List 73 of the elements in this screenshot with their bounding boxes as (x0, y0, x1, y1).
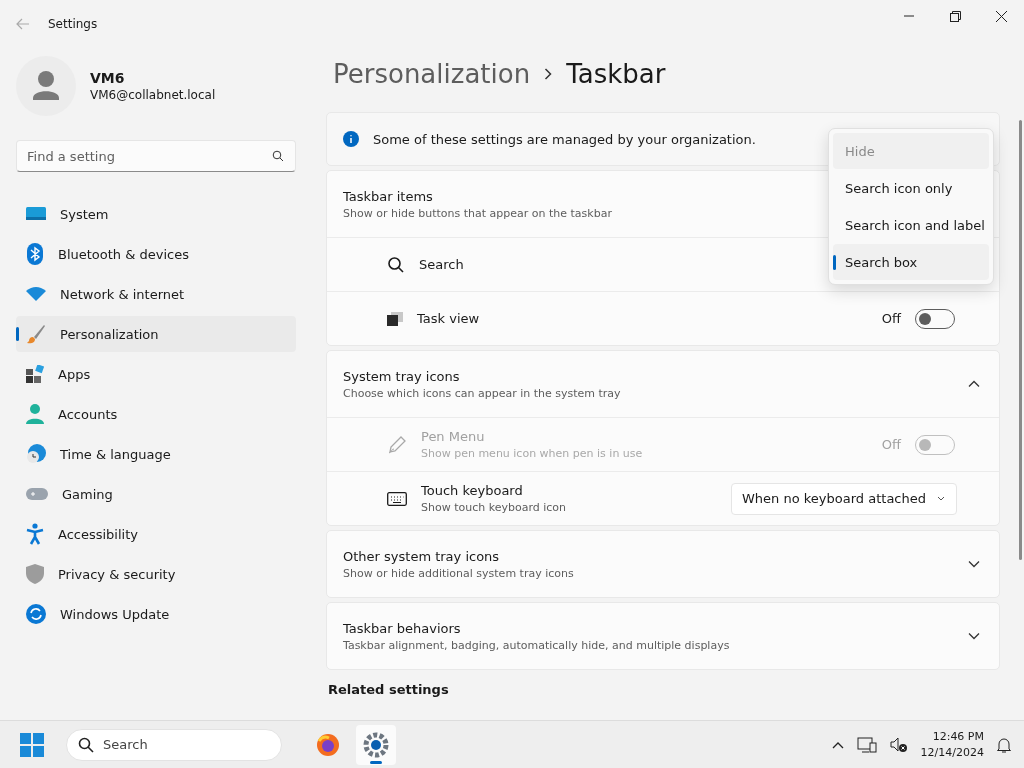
section-subtitle: Show or hide additional system tray icons (343, 566, 574, 580)
muted-speaker-icon[interactable] (888, 735, 909, 754)
chevron-icon (544, 68, 553, 80)
menu-option[interactable]: Search icon only (833, 170, 989, 206)
menu-option[interactable]: Search icon and label (833, 207, 989, 243)
info-icon (343, 131, 359, 147)
dropdown[interactable]: When no keyboard attached (731, 482, 957, 515)
nav-item[interactable]: Gaming (16, 476, 296, 512)
fox-globe-icon (316, 732, 340, 757)
nav-item[interactable]: Privacy & security (16, 556, 296, 592)
section-title: Other system tray icons (343, 548, 501, 564)
taskbar-search-field[interactable]: Search (66, 728, 282, 761)
section-title: System tray icons (343, 368, 461, 384)
section-subtitle: Choose which icons can appear in the system tray (343, 386, 621, 400)
scrollbar[interactable] (1019, 120, 1022, 560)
search-icon (78, 736, 94, 753)
sync-icon (26, 604, 46, 624)
section-title: Taskbar behaviors (343, 620, 462, 636)
close-icon (995, 10, 1007, 22)
search-icon (272, 150, 284, 162)
user-name: VM6 (90, 70, 126, 86)
window-title: Settings (48, 17, 98, 31)
network-icon[interactable] (856, 735, 877, 754)
avatar[interactable] (16, 56, 76, 116)
nav-item[interactable]: System (16, 196, 296, 232)
paintbrush-icon (26, 324, 46, 344)
wifi-icon (26, 286, 46, 302)
search-icon (387, 255, 405, 274)
setting-label: Touch keyboard (421, 483, 524, 498)
toggle-state: Off (881, 437, 901, 452)
caret-icon (936, 495, 946, 502)
section-heading: Related settings (328, 682, 450, 697)
breadcrumb-link[interactable]: Personalization (333, 59, 531, 89)
minimize-icon (904, 15, 914, 17)
nav-item[interactable]: Accounts (16, 396, 296, 432)
section-subtitle: Taskbar alignment, badging, automatically hide, and multiple displays (343, 638, 730, 652)
nav-item[interactable]: Time & language (16, 436, 296, 472)
accessibility-icon (26, 523, 44, 545)
setting-description: Show touch keyboard icon (421, 501, 567, 514)
apps-icon (26, 365, 44, 383)
pen-icon (387, 434, 407, 455)
setting-label: Search (419, 257, 464, 272)
section-subtitle: Show or hide buttons that appear on the taskbar (343, 206, 612, 220)
settings-search-field[interactable]: Find a setting (16, 140, 296, 172)
section-title: Taskbar items (343, 188, 434, 204)
settings-app-button[interactable] (356, 724, 396, 765)
person-icon (26, 404, 44, 424)
restore-icon (949, 10, 961, 22)
bluetooth-icon (26, 243, 44, 265)
notification-bell-icon[interactable] (996, 735, 1012, 754)
toggle-state: Off (881, 311, 901, 326)
menu-option[interactable]: Search box (833, 244, 989, 280)
gamepad-icon (26, 487, 48, 501)
gear-icon (363, 731, 389, 758)
nav-item[interactable]: Bluetooth & devices (16, 236, 296, 272)
windows-logo (20, 732, 44, 757)
user-email: VM6@collabnet.local (90, 88, 216, 102)
nav-item[interactable]: Apps (16, 356, 296, 392)
setting-description: Show pen menu icon when pen is in use (421, 447, 643, 460)
page-title: Taskbar (566, 59, 666, 89)
keyboard-icon (387, 491, 407, 506)
nav-item[interactable]: Personalization (16, 316, 296, 352)
nav-item[interactable]: Network & internet (16, 276, 296, 312)
nav-item[interactable]: Windows Update (16, 596, 296, 632)
setting-label: Pen Menu (421, 429, 486, 444)
shield-icon (26, 564, 44, 584)
monitor-icon (26, 206, 46, 222)
nav-item[interactable]: Accessibility (16, 516, 296, 552)
task-view-icon (387, 311, 403, 326)
setting-label: Task view (417, 311, 480, 326)
globe-clock-icon (26, 444, 46, 464)
info-text: Some of these settings are managed by your organization. (373, 131, 756, 147)
clock[interactable]: 12:46 PM 12/14/2024 (920, 728, 984, 761)
